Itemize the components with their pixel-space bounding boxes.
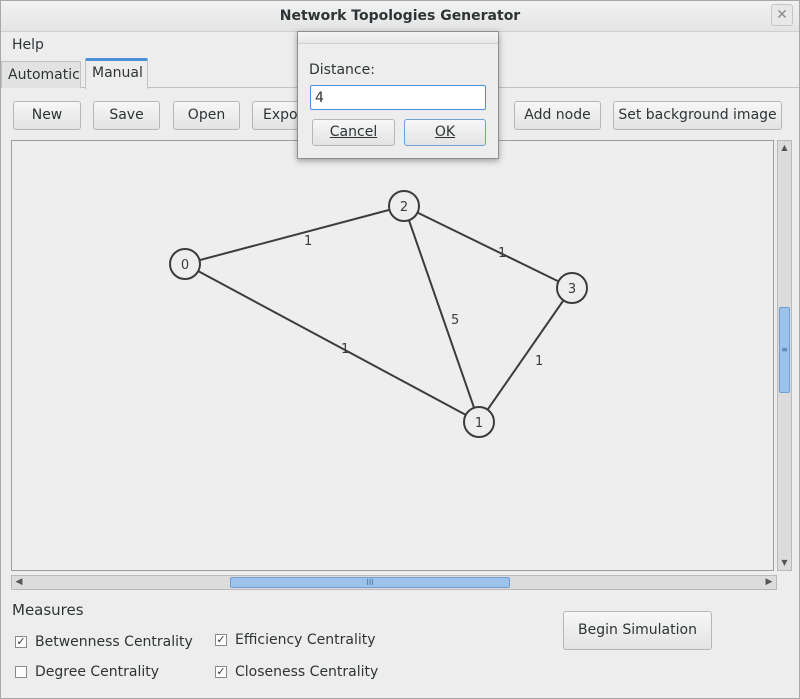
- checkbox-label: Betwenness Centrality: [35, 634, 193, 650]
- node-label: 0: [181, 258, 189, 273]
- tab-manual[interactable]: Manual: [85, 58, 148, 89]
- edge-weight-label: 1: [304, 234, 312, 249]
- distance-label: Distance:: [309, 62, 375, 78]
- title-bar[interactable]: Network Topologies Generator ✕: [1, 1, 799, 32]
- add-node-button[interactable]: Add node: [514, 101, 601, 130]
- graph-edge-0-1[interactable]: [184, 263, 480, 423]
- graph-canvas[interactable]: 1 1 5 1 1 0 1 2 3: [11, 140, 774, 571]
- graph-edge-0-2[interactable]: [184, 205, 405, 265]
- menu-help[interactable]: Help: [12, 37, 44, 53]
- degree-centrality-checkbox[interactable]: Degree Centrality: [15, 664, 159, 680]
- dialog-title-bar[interactable]: [298, 32, 498, 44]
- vertical-scrollbar[interactable]: ▲ ≡ ▼: [777, 140, 792, 571]
- horizontal-scroll-thumb[interactable]: III: [230, 577, 510, 588]
- cancel-button[interactable]: Cancel: [312, 119, 395, 146]
- edge-weight-label: 1: [498, 246, 506, 261]
- checkbox-box[interactable]: ✓: [215, 634, 227, 646]
- graph-node-2[interactable]: 2: [388, 190, 420, 222]
- closeness-centrality-checkbox[interactable]: ✓ Closeness Centrality: [215, 664, 378, 680]
- efficiency-centrality-checkbox[interactable]: ✓ Efficiency Centrality: [215, 632, 376, 648]
- graph-node-3[interactable]: 3: [556, 272, 588, 304]
- node-label: 3: [568, 282, 576, 297]
- graph-edge-2-1[interactable]: [403, 205, 480, 423]
- graph-edge-3-1[interactable]: [478, 287, 573, 423]
- checkbox-box[interactable]: ✓: [215, 666, 227, 678]
- graph-node-0[interactable]: 0: [169, 248, 201, 280]
- graph-node-1[interactable]: 1: [463, 406, 495, 438]
- window-title: Network Topologies Generator: [279, 8, 521, 24]
- set-background-image-button[interactable]: Set background image: [613, 101, 782, 130]
- node-label: 2: [400, 200, 408, 215]
- graph-drawing[interactable]: 1 1 5 1 1 0 1 2 3: [12, 141, 773, 570]
- distance-input[interactable]: [310, 85, 486, 110]
- measures-heading: Measures: [12, 601, 84, 619]
- node-label: 1: [475, 416, 483, 431]
- vertical-scroll-thumb[interactable]: ≡: [779, 307, 790, 393]
- new-button[interactable]: New: [13, 101, 81, 130]
- scroll-down-icon[interactable]: ▼: [778, 556, 791, 570]
- horizontal-scrollbar[interactable]: ◀ III ▶: [11, 575, 777, 590]
- ok-button[interactable]: OK: [404, 119, 486, 146]
- checkbox-label: Closeness Centrality: [235, 664, 379, 680]
- edge-weight-label: 5: [451, 313, 459, 328]
- checkbox-label: Efficiency Centrality: [235, 632, 376, 648]
- scroll-left-icon[interactable]: ◀: [12, 576, 26, 589]
- edge-weight-label: 1: [535, 354, 543, 369]
- checkbox-box[interactable]: [15, 666, 27, 678]
- betweenness-centrality-checkbox[interactable]: ✓ Betwenness Centrality: [15, 634, 193, 650]
- edge-weight-label: 1: [341, 342, 349, 357]
- scroll-up-icon[interactable]: ▲: [778, 141, 791, 155]
- close-icon[interactable]: ✕: [771, 4, 793, 26]
- begin-simulation-button[interactable]: Begin Simulation: [563, 611, 712, 650]
- open-button[interactable]: Open: [173, 101, 240, 130]
- distance-dialog: Distance: Cancel OK: [297, 31, 499, 159]
- checkbox-box[interactable]: ✓: [15, 636, 27, 648]
- tab-automatic[interactable]: Automatic: [1, 61, 81, 88]
- checkbox-label: Degree Centrality: [35, 664, 160, 680]
- scroll-right-icon[interactable]: ▶: [762, 576, 776, 589]
- save-button[interactable]: Save: [93, 101, 160, 130]
